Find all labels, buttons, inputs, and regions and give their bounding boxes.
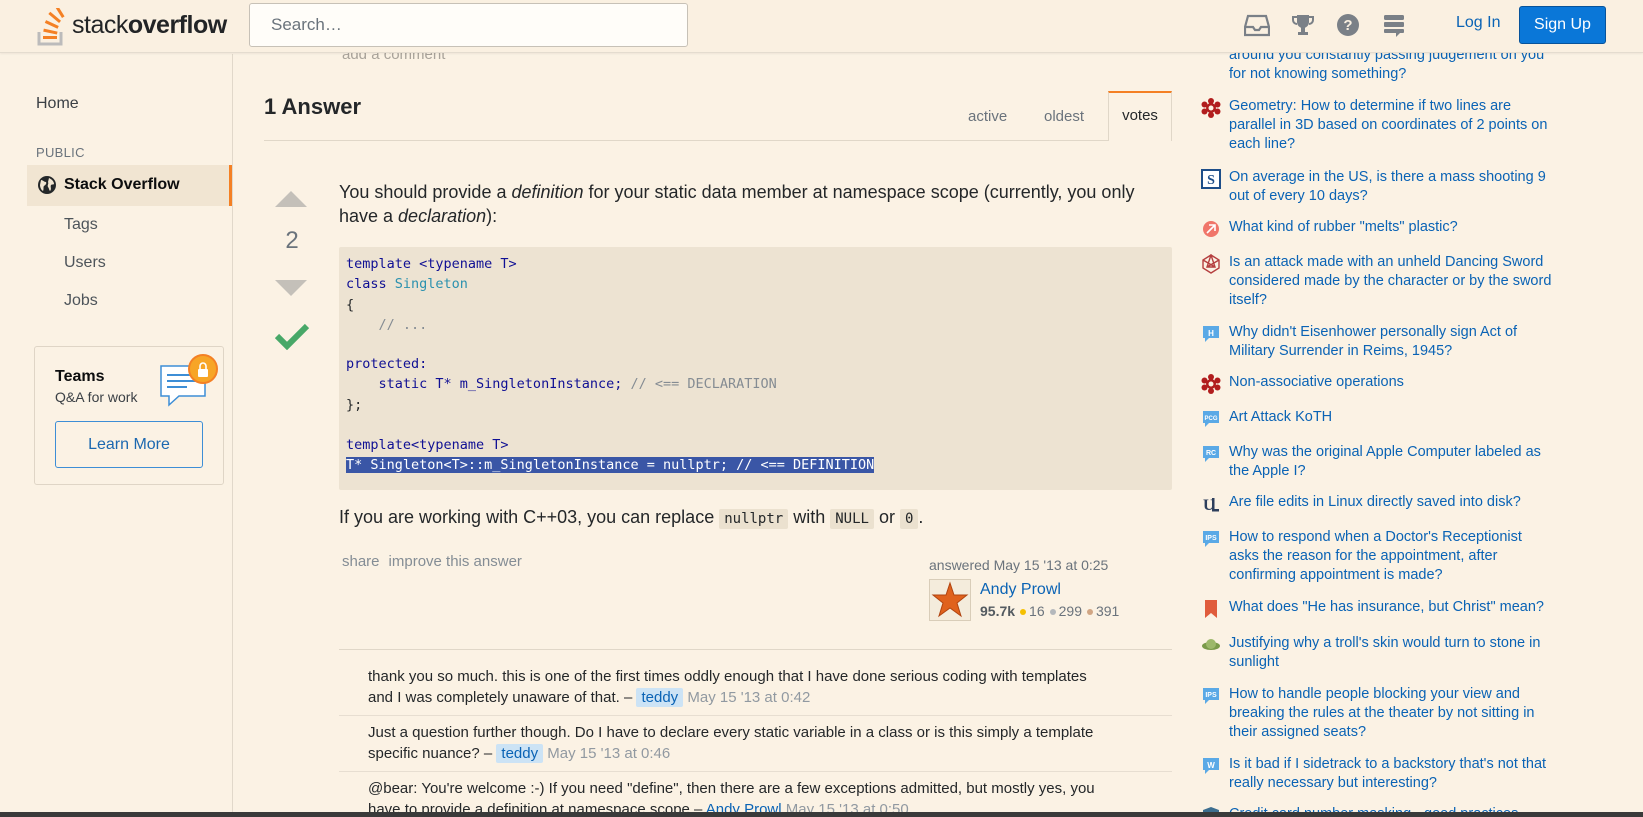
- stackexchange-icon[interactable]: [1382, 13, 1410, 39]
- hot-question-link[interactable]: Non-associative operations: [1229, 373, 1573, 392]
- accepted-answer-checkmark-icon: [274, 322, 310, 355]
- writing-icon: W: [1201, 756, 1221, 776]
- help-icon[interactable]: ?: [1336, 13, 1364, 39]
- achievements-icon[interactable]: [1290, 13, 1318, 39]
- comment: Just a question further though. Do I hav…: [368, 724, 1094, 763]
- vote-count: 2: [285, 227, 299, 254]
- stackoverflow-logo[interactable]: stackoverflow: [36, 6, 227, 46]
- svg-text:RC: RC: [1206, 450, 1216, 457]
- downvote-icon[interactable]: [273, 278, 309, 303]
- hot-question-link[interactable]: Is it bad if I sidetrack to a backstory …: [1229, 755, 1573, 793]
- sidebar-item-jobs[interactable]: Jobs: [64, 292, 98, 310]
- math-icon: [1201, 374, 1221, 394]
- answer-followup-paragraph: If you are working with C++03, you can r…: [339, 507, 924, 529]
- sidebar-item-label: Stack Overflow: [64, 176, 180, 193]
- comment: thank you so much. this is one of the fi…: [368, 668, 1087, 707]
- rpg-icon: [1201, 252, 1221, 274]
- svg-text:?: ?: [1343, 17, 1352, 34]
- sidebar-item-users[interactable]: Users: [64, 254, 106, 272]
- inbox-icon[interactable]: [1243, 13, 1272, 39]
- svg-text:IPS: IPS: [1205, 535, 1217, 542]
- share-link[interactable]: share: [342, 553, 380, 570]
- svg-text:H: H: [1208, 329, 1214, 338]
- code-line: {: [346, 297, 355, 313]
- code-line: template <typename T>: [346, 256, 517, 272]
- tab-oldest[interactable]: oldest: [1044, 108, 1084, 125]
- teams-title: Teams: [55, 368, 105, 385]
- hot-question-link[interactable]: How to handle people blocking your view …: [1229, 685, 1573, 742]
- hot-question-link[interactable]: What does "He has insurance, but Christ"…: [1229, 598, 1573, 617]
- upvote-icon[interactable]: [273, 189, 309, 214]
- code-line: protected:: [346, 356, 428, 372]
- hot-question-link[interactable]: Art Attack KoTH: [1229, 408, 1573, 427]
- code-line-selected: T* Singleton<T>::m_SingletonInstance = n…: [346, 457, 875, 473]
- hot-question-link[interactable]: How to respond when a Doctor's Reception…: [1229, 528, 1573, 585]
- comment-user-link[interactable]: teddy: [496, 744, 544, 763]
- svg-text:S: S: [1207, 173, 1215, 188]
- interpersonal-icon: IPS: [1201, 529, 1221, 549]
- logo-text: stackoverflow: [72, 11, 227, 39]
- sidebar-item-tags[interactable]: Tags: [64, 216, 98, 234]
- sidebar-section-public: PUBLIC: [36, 145, 85, 160]
- svg-text:PCG: PCG: [1204, 416, 1217, 422]
- improve-answer-link[interactable]: improve this answer: [389, 553, 522, 570]
- retrocomputing-icon: RC: [1201, 444, 1221, 464]
- post-menu: share improve this answer: [342, 553, 531, 570]
- scifi-icon: [1201, 635, 1221, 655]
- avatar[interactable]: [929, 579, 971, 621]
- interpersonal-icon: IPS: [1201, 686, 1221, 706]
- sidebar-item-stack-overflow[interactable]: Stack Overflow: [27, 165, 232, 206]
- starfish-avatar-icon: [931, 581, 969, 618]
- hot-question-link[interactable]: Justifying why a troll's skin would turn…: [1229, 634, 1573, 672]
- learn-more-button[interactable]: Learn More: [55, 421, 203, 468]
- sidebar-item-home[interactable]: Home: [36, 95, 79, 113]
- comment-divider: [339, 715, 1172, 716]
- hot-question-link[interactable]: Are file edits in Linux directly saved i…: [1229, 493, 1573, 512]
- search-input[interactable]: [249, 3, 688, 47]
- hot-question-link[interactable]: Why didn't Eisenhower personally sign Ac…: [1229, 323, 1573, 361]
- teams-promo: Teams Q&A for work Learn More: [34, 346, 224, 485]
- tabs-divider: [264, 140, 1172, 141]
- bottom-scrollbar[interactable]: [0, 812, 1643, 817]
- comment-user-link[interactable]: teddy: [636, 688, 684, 707]
- tab-active[interactable]: active: [968, 108, 1007, 125]
- user-reputation: 95.7k 16 299 391: [980, 603, 1120, 619]
- codegolf-icon: PCG: [1201, 409, 1221, 429]
- math-icon: [1201, 98, 1221, 118]
- code-line: class Singleton: [346, 276, 468, 292]
- teams-subtitle: Q&A for work: [55, 389, 138, 405]
- answered-timestamp: answered May 15 '13 at 0:25: [929, 557, 1109, 573]
- top-bar: stackoverflow ? Log In Sign Up: [0, 0, 1643, 53]
- chemistry-icon: [1201, 219, 1221, 239]
- code-line: // ...: [346, 317, 428, 333]
- tab-votes[interactable]: votes: [1108, 91, 1172, 141]
- code-line: };: [346, 397, 363, 413]
- hermeneutics-icon: [1201, 599, 1221, 619]
- hot-question-link[interactable]: What kind of rubber "melts" plastic?: [1229, 218, 1573, 237]
- code-line: template<typename T>: [346, 437, 509, 453]
- hot-question-link[interactable]: Is an attack made with an unheld Dancing…: [1229, 253, 1573, 310]
- unix-icon: U: [1201, 494, 1221, 514]
- skeptics-icon: S: [1201, 169, 1221, 189]
- code-line: static T* m_SingletonInstance; // <== DE…: [346, 376, 777, 392]
- left-sidebar: Home PUBLIC Stack Overflow Tags Users Jo…: [0, 54, 233, 817]
- history-icon: H: [1201, 324, 1221, 344]
- svg-text:W: W: [1207, 761, 1215, 770]
- svg-text:IPS: IPS: [1205, 692, 1217, 699]
- answer-intro-paragraph: You should provide a definition for your…: [339, 182, 1135, 226]
- stackoverflow-logo-icon: [37, 8, 65, 46]
- code-block: template <typename T> class Singleton { …: [339, 247, 1172, 490]
- login-link[interactable]: Log In: [1456, 14, 1500, 32]
- comment-divider: [339, 771, 1172, 772]
- signup-button[interactable]: Sign Up: [1519, 6, 1606, 44]
- globe-icon: [38, 176, 56, 194]
- user-name-link[interactable]: Andy Prowl: [980, 581, 1061, 599]
- hot-question-link[interactable]: On average in the US, is there a mass sh…: [1229, 168, 1573, 206]
- answers-heading: 1 Answer: [264, 94, 362, 119]
- teams-illustration-icon: [160, 354, 218, 407]
- hot-question-link[interactable]: Why was the original Apple Computer labe…: [1229, 443, 1573, 481]
- hot-question-link[interactable]: Geometry: How to determine if two lines …: [1229, 97, 1573, 154]
- comments-list: thank you so much. this is one of the fi…: [339, 649, 1172, 817]
